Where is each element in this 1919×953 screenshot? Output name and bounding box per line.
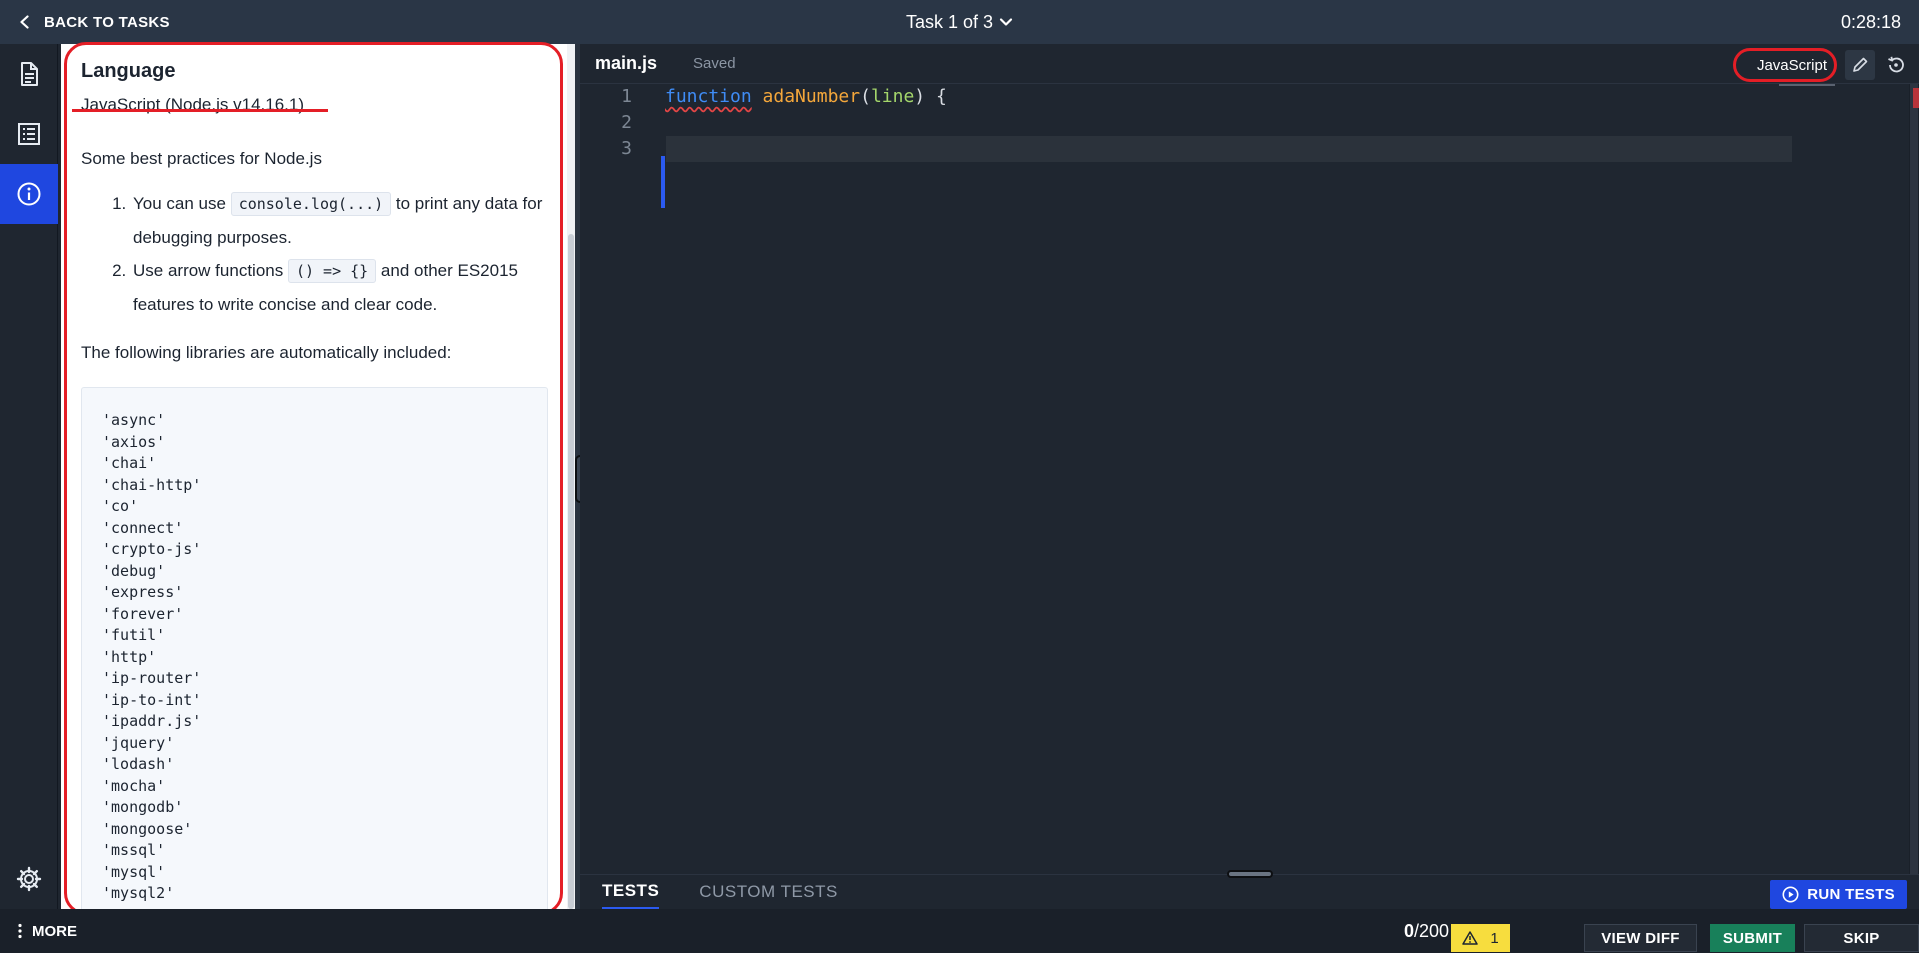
code-area[interactable]: 1 function adaNumber(line) { 2 3 — [580, 84, 1900, 874]
edit-button[interactable] — [1845, 50, 1875, 80]
list-icon — [18, 123, 40, 145]
language-name: JavaScript (Node.js v14.16.1) — [81, 95, 304, 114]
library-entry: 'mongodb' — [102, 798, 184, 816]
line-number: 1 — [621, 86, 632, 107]
library-entry: 'debug' — [102, 561, 166, 580]
library-entry: 'ip-router' — [102, 669, 202, 687]
rail-list-button[interactable] — [0, 104, 58, 164]
libraries-code-block: 'async' 'axios' 'chai' 'chai-http' 'co' 'conn… — [81, 387, 548, 909]
library-entry: 'jquery' — [102, 733, 175, 752]
score-total: /200 — [1413, 920, 1449, 941]
timer: 0:28:18 — [1840, 11, 1901, 32]
gear-icon — [16, 866, 42, 892]
tip-item: Use arrow functions () => {} and other E… — [131, 254, 548, 321]
chevron-down-icon — [999, 18, 1013, 26]
task-selector[interactable]: Task 1 of 3 — [0, 0, 1919, 44]
run-tests-button[interactable]: RUN TESTS — [1770, 880, 1907, 909]
library-entry: 'chai' — [102, 454, 157, 472]
library-entry: 'futil' — [102, 626, 166, 644]
rail-description-button[interactable] — [0, 44, 58, 104]
language-heading: Language — [81, 60, 176, 82]
library-entry: 'axios' — [102, 432, 166, 451]
library-entry: 'mysql2' — [102, 884, 175, 902]
best-practices-intro: Some best practices for Node.js — [81, 149, 322, 168]
library-entry: 'chai-http' — [102, 475, 202, 494]
library-entry: 'forever' — [102, 604, 184, 623]
library-entry: 'mssql' — [102, 841, 166, 859]
scrollbar-thumb[interactable] — [1910, 84, 1918, 874]
editor-scrollbar[interactable] — [1909, 84, 1919, 874]
text-cursor — [661, 156, 665, 208]
description-scrollbar[interactable] — [567, 44, 575, 909]
code-line[interactable]: 2 — [580, 110, 1900, 136]
score-display: 0/200 — [1404, 909, 1449, 953]
editor-ruler — [1779, 84, 1835, 86]
save-status: Saved — [693, 55, 736, 72]
library-entry: 'mysql' — [102, 862, 166, 881]
line-number: 2 — [621, 112, 632, 133]
pencil-icon — [1853, 57, 1868, 72]
score-current: 0 — [1403, 920, 1414, 941]
task-title: Task 1 of 3 — [905, 11, 994, 32]
editor-header: main.js Saved JavaScript — [580, 44, 1919, 84]
run-tests-label: RUN TESTS — [1807, 886, 1895, 903]
play-circle-icon — [1782, 886, 1799, 903]
tests-bar: TESTS CUSTOM TESTS RUN TESTS — [580, 874, 1919, 910]
library-entry: 'lodash' — [102, 755, 175, 773]
submit-button[interactable]: SUBMIT — [1710, 924, 1795, 952]
line-number: 3 — [621, 138, 632, 159]
libraries-intro: The following libraries are automaticall… — [81, 343, 452, 362]
code-editor: main.js Saved JavaScript 1 function adaN… — [580, 44, 1919, 874]
rail-info-button[interactable] — [0, 164, 58, 224]
inline-code: console.log(...) — [230, 192, 392, 216]
skip-button[interactable]: SKIP — [1804, 924, 1919, 952]
tip-item: You can use console.log(...) to print an… — [131, 187, 548, 254]
error-marker — [1913, 88, 1919, 108]
code-line-current[interactable]: 3 — [580, 136, 1900, 162]
library-entry: 'ipaddr.js' — [102, 712, 202, 730]
description-panel: Language JavaScript (Node.js v14.16.1) S… — [61, 44, 567, 909]
tab-tests[interactable]: TESTS — [602, 875, 660, 910]
language-selector[interactable]: JavaScript — [1747, 52, 1837, 78]
library-entry: 'co' — [102, 497, 139, 515]
library-entry: 'mocha' — [102, 776, 166, 795]
library-entry: 'http' — [102, 647, 157, 666]
warning-icon — [1462, 931, 1479, 945]
library-entry: 'connect' — [102, 518, 184, 537]
code-line[interactable]: 1 function adaNumber(line) { — [580, 84, 1900, 110]
rail-settings-button[interactable] — [0, 849, 58, 909]
current-line-highlight — [666, 136, 1792, 162]
reset-icon — [1888, 56, 1904, 73]
info-icon — [17, 182, 41, 206]
top-bar: BACK TO TASKS Task 1 of 3 0:28:18 — [0, 0, 1919, 44]
more-label: MORE — [32, 922, 77, 940]
file-tab[interactable]: main.js — [595, 53, 657, 74]
inline-code: () => {} — [287, 259, 377, 283]
warning-count: 1 — [1490, 929, 1499, 947]
library-entry: 'mongoose' — [102, 819, 193, 838]
scrollbar-thumb[interactable] — [568, 234, 574, 909]
footer-bar: MORE 0/200 1 VIEW DIFF SUBMIT SKIP — [0, 909, 1919, 953]
warning-badge[interactable]: 1 — [1451, 924, 1510, 952]
tests-resize-handle[interactable] — [1227, 870, 1273, 878]
library-entry: 'async' — [102, 411, 166, 429]
view-diff-button[interactable]: VIEW DIFF — [1584, 924, 1697, 952]
tips-list: You can use console.log(...) to print an… — [81, 187, 548, 321]
left-rail — [0, 44, 58, 909]
more-button[interactable]: MORE — [18, 909, 77, 953]
line-content: function adaNumber(line) { — [665, 86, 947, 107]
document-icon — [21, 62, 38, 86]
tab-custom-tests[interactable]: CUSTOM TESTS — [699, 875, 838, 910]
library-entry: 'express' — [102, 583, 184, 601]
reset-code-button[interactable] — [1881, 50, 1911, 80]
library-entry: 'crypto-js' — [102, 540, 202, 558]
library-entry: 'ip-to-int' — [102, 690, 202, 709]
app-root: BACK TO TASKS Task 1 of 3 0:28:18 Langua… — [0, 0, 1919, 953]
kebab-icon — [18, 923, 22, 939]
